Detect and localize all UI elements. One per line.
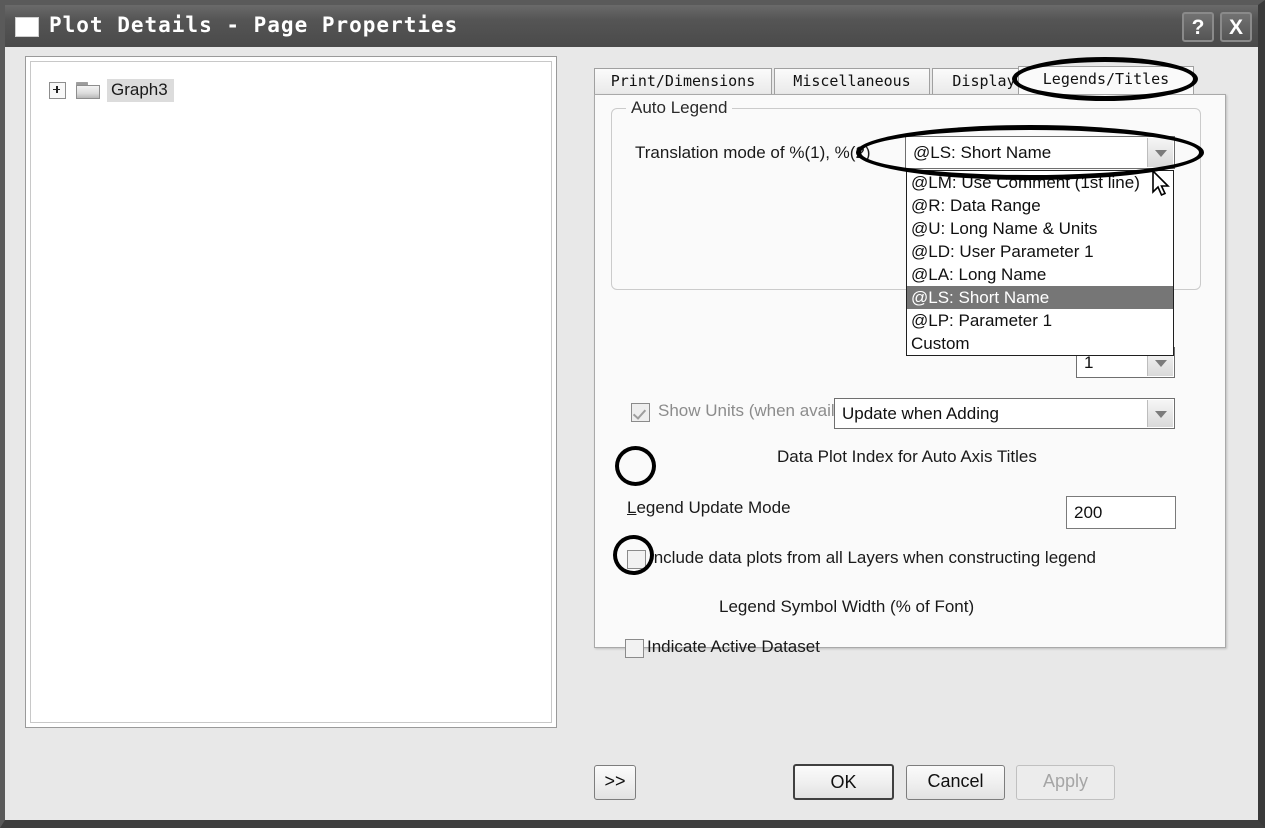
dropdown-option-lm[interactable]: @LM: Use Comment (1st line)	[907, 171, 1173, 194]
apply-button: Apply	[1016, 765, 1115, 800]
window-title: Plot Details - Page Properties	[49, 13, 459, 37]
include-all-layers-checkbox[interactable]	[627, 550, 646, 569]
data-plot-index-label: Data Plot Index for Auto Axis Titles	[777, 447, 1037, 466]
title-bar: Plot Details - Page Properties ? X	[5, 5, 1258, 47]
tab-legends-titles[interactable]: Legends/Titles	[1018, 66, 1194, 94]
tab-print-dimensions[interactable]: Print/Dimensions	[594, 68, 772, 94]
include-all-layers-label: Include data plots from all Layers when …	[649, 548, 1096, 567]
expand-button[interactable]: >>	[594, 765, 636, 800]
dropdown-option-la[interactable]: @LA: Long Name	[907, 263, 1173, 286]
dropdown-option-ld[interactable]: @LD: User Parameter 1	[907, 240, 1173, 263]
indicate-active-dataset-checkbox[interactable]	[625, 639, 644, 658]
help-button[interactable]: ?	[1182, 12, 1214, 42]
show-units-checkbox[interactable]	[631, 403, 650, 422]
folder-icon	[76, 81, 100, 99]
chevron-down-icon[interactable]	[1147, 138, 1173, 167]
translation-mode-combo[interactable]: @LS: Short Name	[905, 136, 1175, 169]
indicate-active-dataset-label: Indicate Active Dataset	[647, 637, 820, 656]
dropdown-option-r[interactable]: @R: Data Range	[907, 194, 1173, 217]
window-icon	[15, 17, 39, 37]
ok-button[interactable]: OK	[793, 764, 894, 800]
expand-plus-icon[interactable]	[49, 81, 66, 99]
chevron-down-icon[interactable]	[1147, 400, 1173, 427]
legend-symbol-width-label: Legend Symbol Width (% of Font)	[719, 597, 975, 616]
dropdown-option-custom[interactable]: Custom	[907, 332, 1173, 355]
tab-miscellaneous[interactable]: Miscellaneous	[774, 68, 930, 94]
legend-update-mode-label: Legend Update Mode	[627, 498, 791, 517]
close-button[interactable]: X	[1220, 12, 1252, 42]
legend-symbol-width-input[interactable]: 200	[1066, 496, 1176, 529]
dropdown-option-u[interactable]: @U: Long Name & Units	[907, 217, 1173, 240]
legend-symbol-width-value: 200	[1074, 502, 1103, 522]
translation-mode-label: Translation mode of %(1), %(2)	[635, 143, 871, 162]
translation-mode-dropdown-list[interactable]: @LM: Use Comment (1st line) @R: Data Ran…	[906, 170, 1174, 356]
legend-update-mode-label-rest: egend Update Mode	[636, 498, 791, 517]
tree-item-label: Graph3	[107, 78, 174, 102]
translation-mode-combo-value: @LS: Short Name	[913, 142, 1052, 162]
dropdown-option-ls[interactable]: @LS: Short Name	[907, 286, 1173, 309]
tab-strip: Print/Dimensions Miscellaneous Display L…	[594, 66, 1226, 95]
auto-legend-title: Auto Legend	[626, 98, 733, 118]
legend-update-mode-combo[interactable]: Update when Adding	[834, 398, 1175, 429]
cancel-button[interactable]: Cancel	[906, 765, 1005, 800]
dialog-window: Plot Details - Page Properties ? X Graph…	[0, 0, 1265, 828]
plot-tree-panel: Graph3	[25, 56, 557, 728]
plot-tree-inner: Graph3	[30, 61, 552, 723]
dropdown-option-lp[interactable]: @LP: Parameter 1	[907, 309, 1173, 332]
tree-item-graph3[interactable]: Graph3	[49, 78, 174, 102]
legend-update-mode-value: Update when Adding	[842, 403, 999, 423]
